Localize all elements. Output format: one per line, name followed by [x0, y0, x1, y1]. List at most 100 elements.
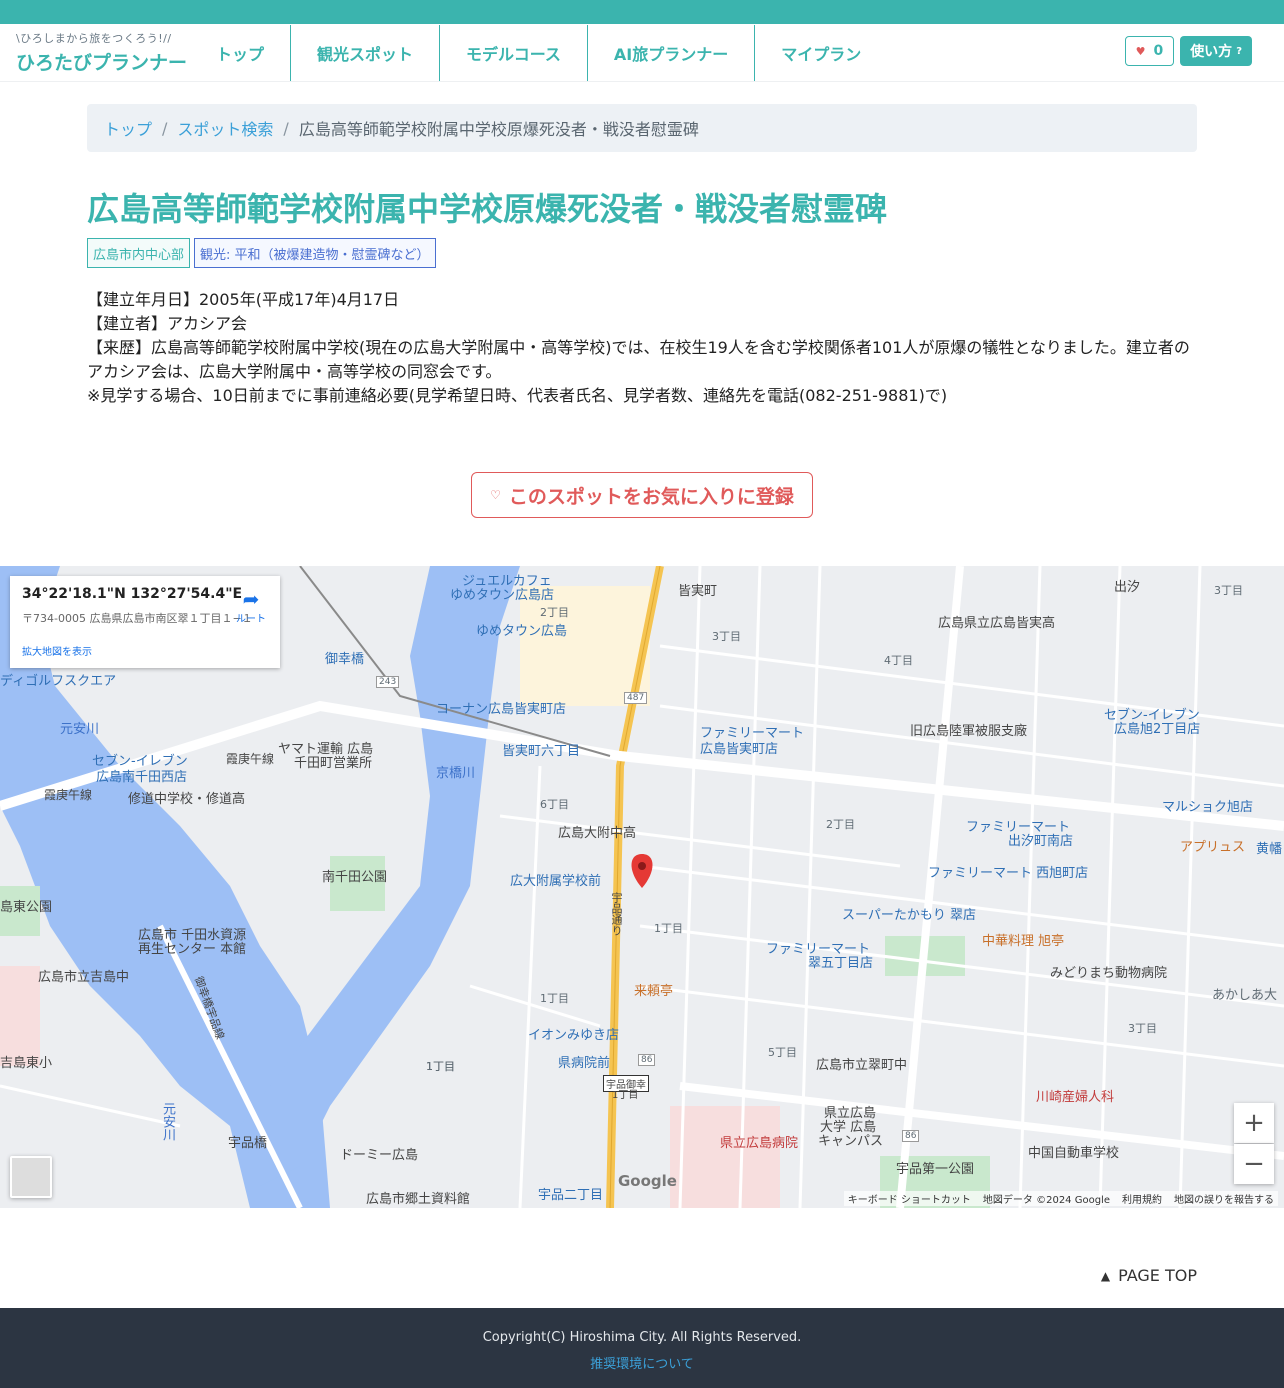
map-attribution: キーボード ショートカット 地図データ ©2024 Google 利用規約 地図…	[843, 1191, 1278, 1206]
route-button[interactable]: ➦ ルート	[236, 588, 266, 625]
nav-my-plan[interactable]: マイプラン	[755, 25, 887, 81]
map-label[interactable]: イオンみゆき店	[528, 1024, 619, 1043]
map-label[interactable]: 出汐町南店	[1008, 830, 1073, 849]
breadcrumb: トップ / スポット検索 / 広島高等師範学校附属中学校原爆死没者・戦没者慰霊碑	[87, 104, 1197, 152]
map-label[interactable]: 県立広島病院	[720, 1132, 798, 1151]
map-label[interactable]: 再生センター 本館	[138, 938, 246, 957]
page-top-link[interactable]: ▲ PAGE TOP	[1101, 1266, 1197, 1285]
map-label[interactable]: ディゴルフスクエア	[0, 670, 116, 689]
map-label[interactable]: 県病院前	[558, 1052, 610, 1071]
map-label[interactable]: アプリュス	[1180, 836, 1245, 855]
map-info-card: 34°22'18.1"N 132°27'54.4"E 〒734-0005 広島県…	[10, 576, 280, 668]
howto-button[interactable]: 使い方 ?	[1180, 36, 1252, 66]
breadcrumb-top[interactable]: トップ	[104, 116, 152, 140]
map-label: 1丁目	[540, 992, 569, 1005]
map-label[interactable]: ドーミー広島	[340, 1144, 418, 1163]
kasumi-kogo-line	[0, 700, 1284, 831]
map-label[interactable]: 広島県立広島皆実高	[938, 612, 1055, 631]
map-label[interactable]: ゆめタウン広島店	[450, 584, 554, 603]
heart-icon: ♡	[490, 488, 501, 502]
report-error-link[interactable]: 地図の誤りを報告する	[1174, 1191, 1274, 1206]
map-label[interactable]: 中華料理 旭亭	[982, 930, 1064, 949]
hospital-area	[670, 1106, 780, 1208]
map-label[interactable]: 広島旭2丁目店	[1114, 718, 1200, 737]
map-label[interactable]: スーパーたかもり 翠店	[842, 904, 976, 923]
map-label[interactable]: 島東公園	[0, 896, 52, 915]
site-header: \ひろしまから旅をつくろう!// ひろたびプランナー トップ 観光スポット モデ…	[0, 24, 1284, 82]
question-icon: ?	[1236, 45, 1242, 57]
map-label[interactable]: 南千田公園	[322, 866, 387, 885]
map-label: 宇品通り	[610, 892, 623, 936]
favorites-button[interactable]: ♥ 0	[1124, 36, 1175, 66]
google-map[interactable]: ジュエルカフェ ゆめタウン広島店 皆実町 出汐 3丁目 2丁目 ゆめタウン広島 …	[0, 566, 1284, 1208]
map-label[interactable]: 広島大附中高	[558, 822, 636, 841]
map-label[interactable]: 旧広島陸軍被服支廠	[910, 720, 1027, 739]
map-label[interactable]: 広島市郷土資料館	[366, 1188, 470, 1207]
map-label[interactable]: 御幸橋	[325, 648, 364, 667]
keyboard-shortcuts-link[interactable]: キーボード ショートカット	[848, 1191, 971, 1206]
map-label[interactable]: 皆実町六丁目	[502, 740, 580, 759]
map-label[interactable]: 翠五丁目店	[808, 952, 873, 971]
map-label: 2丁目	[826, 818, 855, 831]
description-line: ※見学する場合、10日前までに事前連絡必要(見学希望日時、代表者氏名、見学者数、…	[87, 386, 948, 405]
map-label: 3丁目	[1214, 584, 1243, 597]
category-tag[interactable]: 観光: 平和（被爆建造物・慰霊碑など）	[194, 238, 436, 268]
road-shield: 487	[624, 692, 648, 704]
larger-map-link[interactable]: 拡大地図を表示	[22, 643, 92, 658]
map-label: 2丁目	[540, 606, 569, 619]
zoom-in-button[interactable]: +	[1234, 1103, 1274, 1143]
map-label[interactable]: 宇品橋	[228, 1132, 267, 1151]
logo-tagline: \ひろしまから旅をつくろう!//	[16, 32, 172, 45]
map-label[interactable]: ゆめタウン広島	[476, 620, 567, 639]
map-label[interactable]: 来頼亭	[634, 980, 673, 999]
terms-link[interactable]: 利用規約	[1122, 1191, 1162, 1206]
road-shield: 243	[376, 676, 400, 688]
nav-top[interactable]: トップ	[190, 24, 292, 81]
heart-icon: ♥	[1135, 44, 1146, 58]
add-favorite-label: このスポットをお気に入りに登録	[508, 485, 794, 508]
site-footer: Copyright(C) Hiroshima City. All Rights …	[0, 1308, 1284, 1388]
map-label[interactable]: 広島市立吉島中	[38, 966, 129, 985]
area-tag[interactable]: 広島市内中心部	[87, 238, 191, 268]
map-label[interactable]: 中国自動車学校	[1028, 1142, 1119, 1161]
map-label[interactable]: 川崎産婦人科	[1036, 1086, 1114, 1105]
map-label[interactable]: 千田町営業所	[294, 752, 372, 771]
map-label[interactable]: 広大附属学校前	[510, 870, 601, 889]
description-line: 【建立者】アカシア会	[87, 314, 248, 333]
description-line: 【建立年月日】2005年(平成17年)4月17日	[87, 290, 400, 309]
map-label: あかしあ大	[1212, 988, 1278, 1003]
site-logo[interactable]: \ひろしまから旅をつくろう!// ひろたびプランナー	[0, 30, 190, 75]
recommended-env-link[interactable]: 推奨環境について	[0, 1353, 1284, 1372]
top-accent-bar	[0, 0, 1284, 24]
map-label[interactable]: 宇品二丁目	[538, 1184, 603, 1203]
map-label[interactable]: 広島皆実町店	[700, 738, 778, 757]
nav-spots[interactable]: 観光スポット	[291, 24, 441, 81]
zoom-out-button[interactable]: −	[1234, 1144, 1274, 1184]
copyright-text: Copyright(C) Hiroshima City. All Rights …	[482, 1330, 802, 1345]
howto-label: 使い方	[1190, 44, 1233, 60]
map-label: 1丁目	[612, 1090, 639, 1101]
street-view-pegman[interactable]	[10, 1156, 52, 1198]
map-label[interactable]: 宇品第一公園	[896, 1158, 974, 1177]
map-label[interactable]: 修道中学校・修道高	[128, 788, 245, 807]
map-label: 霞庚午線	[44, 788, 93, 802]
road-shield: 86	[902, 1130, 920, 1142]
map-label[interactable]: 吉島東小	[0, 1052, 52, 1071]
breadcrumb-current: 広島高等師範学校附属中学校原爆死没者・戦没者慰霊碑	[298, 120, 699, 139]
add-favorite-button[interactable]: ♡ このスポットをお気に入りに登録	[471, 472, 813, 518]
map-label[interactable]: 広島市立翠町中	[816, 1054, 907, 1073]
logo-name: ひろたびプランナー	[16, 52, 188, 74]
map-label[interactable]: マルショク旭店	[1162, 796, 1253, 815]
map-label[interactable]: ファミリーマート 西旭町店	[928, 862, 1088, 881]
nav-ai-planner[interactable]: AI旅プランナー	[588, 24, 756, 81]
map-address: 〒734-0005 広島県広島市南区翠１丁目１−１	[22, 612, 253, 625]
map-label[interactable]: 広島南千田西店	[96, 766, 187, 785]
chevron-up-icon: ▲	[1100, 1268, 1111, 1283]
breadcrumb-spot-search[interactable]: スポット検索	[177, 116, 273, 140]
nav-model-course[interactable]: モデルコース	[440, 24, 588, 81]
map-label[interactable]: キャンパス	[818, 1130, 883, 1149]
map-label[interactable]: コーナン広島皆実町店	[436, 698, 566, 717]
favorites-count: 0	[1153, 43, 1164, 59]
map-label[interactable]: みどりまち動物病院	[1050, 962, 1167, 981]
map-label: 1丁目	[654, 922, 683, 935]
